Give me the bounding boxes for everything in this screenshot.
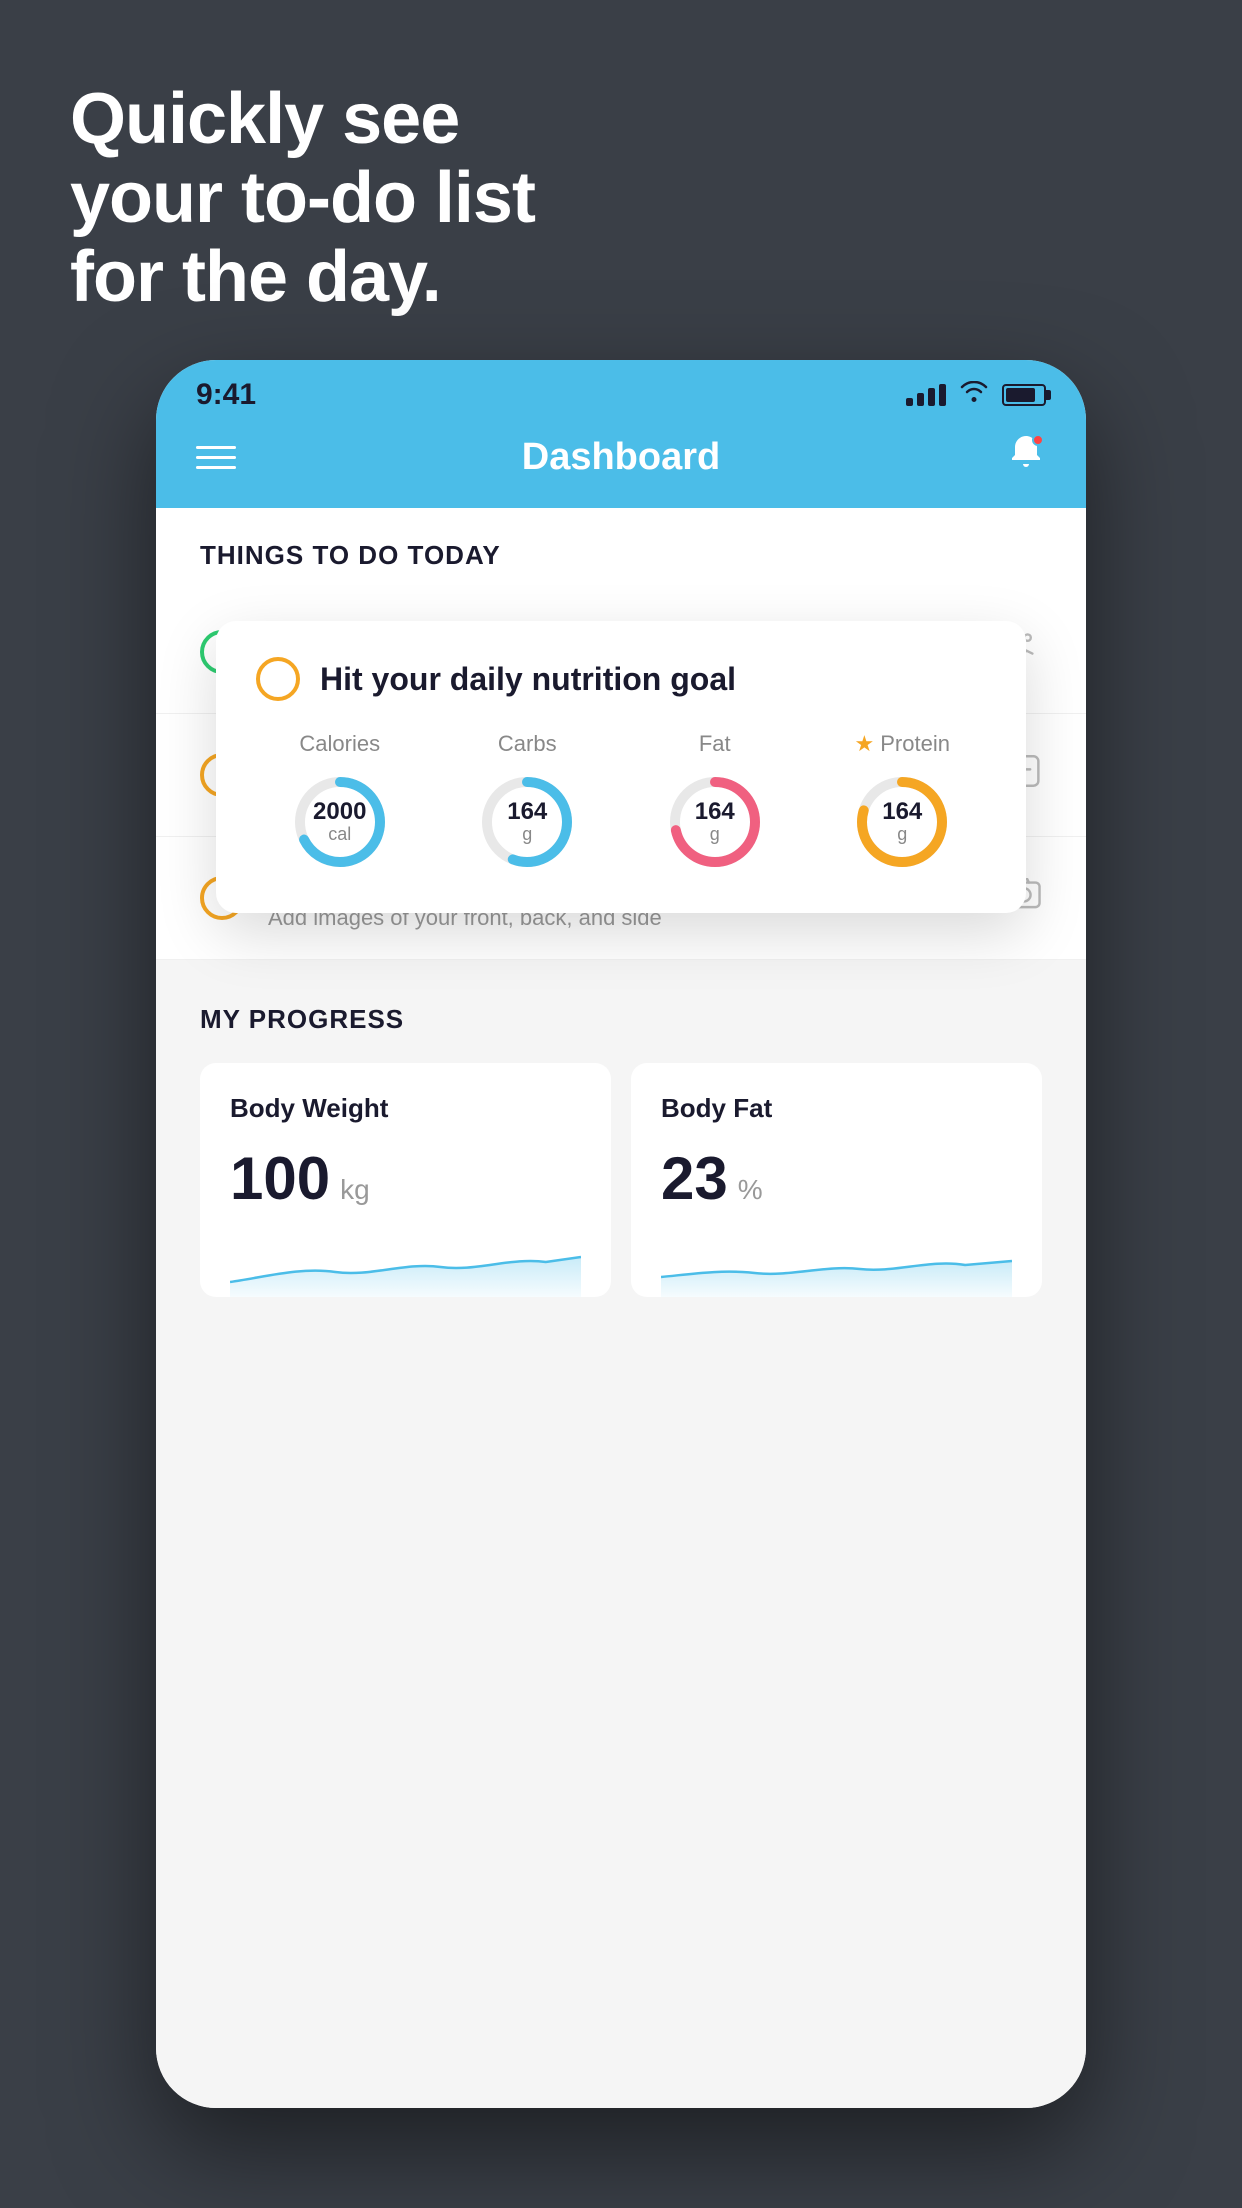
status-time: 9:41 (196, 378, 256, 412)
hero-text: Quickly see your to-do list for the day. (70, 80, 535, 318)
wifi-icon (960, 381, 988, 410)
body-fat-card: Body Fat 23 % (631, 1063, 1042, 1297)
status-icons (906, 381, 1046, 410)
body-fat-chart (661, 1237, 1012, 1297)
body-weight-value: 100 (230, 1144, 330, 1213)
progress-cards: Body Weight 100 kg (200, 1063, 1042, 1297)
nutrition-stats: Calories 2000 cal (256, 731, 986, 877)
signal-icon (906, 384, 946, 406)
star-icon: ★ (855, 731, 875, 757)
nav-bar: Dashboard (156, 422, 1086, 508)
stat-calories: Calories 2000 cal (285, 731, 395, 877)
stat-fat: Fat 164 g (660, 731, 770, 877)
hero-line3: for the day. (70, 238, 535, 317)
body-weight-chart (230, 1237, 581, 1297)
notification-bell[interactable] (1006, 432, 1046, 482)
phone-wrapper: 9:41 (156, 360, 1086, 2108)
status-bar: 9:41 (156, 360, 1086, 422)
fat-label: Fat (699, 731, 731, 757)
nutrition-title: Hit your daily nutrition goal (320, 661, 736, 698)
body-fat-unit: % (738, 1174, 763, 1206)
body-fat-title: Body Fat (661, 1093, 1012, 1124)
calories-label: Calories (299, 731, 380, 757)
nav-title: Dashboard (522, 436, 720, 479)
things-section-title: THINGS TO DO TODAY (200, 540, 501, 570)
notification-dot (1032, 434, 1044, 446)
stat-carbs: Carbs 164 g (472, 731, 582, 877)
things-section-header: THINGS TO DO TODAY (156, 508, 1086, 591)
carbs-donut: 164 g (472, 767, 582, 877)
body-weight-card: Body Weight 100 kg (200, 1063, 611, 1297)
app-content: THINGS TO DO TODAY Hit your daily nutrit… (156, 508, 1086, 2108)
phone-screen: 9:41 (156, 360, 1086, 2108)
hamburger-menu[interactable] (196, 446, 236, 469)
protein-label: ★ Protein (855, 731, 950, 757)
body-fat-value-row: 23 % (661, 1144, 1012, 1213)
body-weight-title: Body Weight (230, 1093, 581, 1124)
hero-line2: your to-do list (70, 159, 535, 238)
nutrition-header: Hit your daily nutrition goal (256, 657, 986, 701)
body-weight-unit: kg (340, 1174, 370, 1206)
hero-line1: Quickly see (70, 80, 535, 159)
stat-protein: ★ Protein 164 g (847, 731, 957, 877)
calories-donut: 2000 cal (285, 767, 395, 877)
progress-section: MY PROGRESS Body Weight 100 kg (156, 960, 1086, 1341)
progress-title: MY PROGRESS (200, 1004, 1042, 1035)
fat-donut: 164 g (660, 767, 770, 877)
battery-icon (1002, 384, 1046, 406)
nutrition-card: Hit your daily nutrition goal Calories (216, 621, 1026, 913)
carbs-label: Carbs (498, 731, 557, 757)
body-weight-value-row: 100 kg (230, 1144, 581, 1213)
protein-donut: 164 g (847, 767, 957, 877)
body-fat-value: 23 (661, 1144, 728, 1213)
nutrition-radio[interactable] (256, 657, 300, 701)
